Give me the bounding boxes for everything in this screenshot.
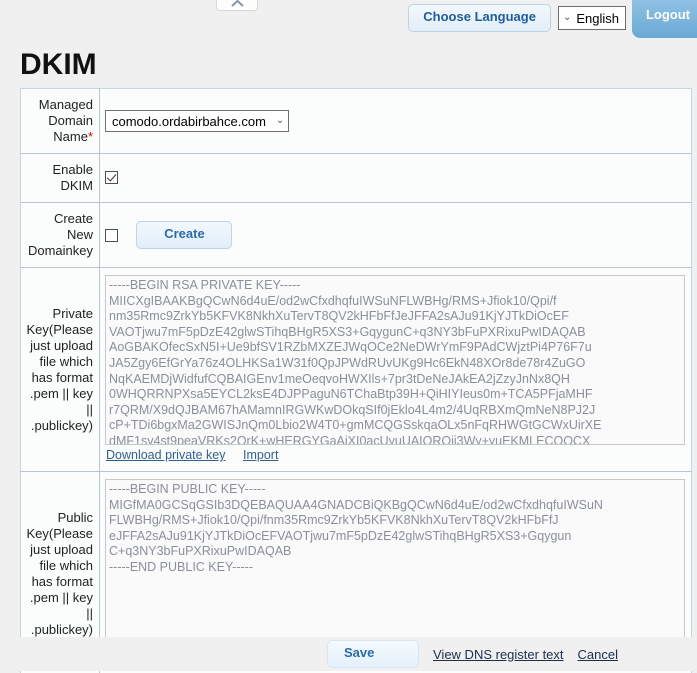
create-domainkey-value-cell: Create	[99, 202, 692, 268]
save-button[interactable]: Save	[327, 640, 419, 668]
private-key-label: Private Key(Please just upload file whic…	[20, 267, 100, 472]
chevron-down-icon: ⌄	[562, 12, 572, 23]
dkim-page: Choose Language ⌄ English Logout DKIM Ma…	[0, 0, 697, 673]
row-private-key: Private Key(Please just upload file whic…	[20, 267, 692, 472]
create-domainkey-checkbox[interactable]	[105, 228, 118, 242]
row-create-domainkey: Create New Domainkey Create	[20, 202, 692, 268]
logout-button[interactable]: Logout	[632, 0, 697, 38]
view-dns-register-text-link[interactable]: View DNS register text	[433, 647, 564, 662]
download-private-key-link[interactable]: Download private key	[106, 448, 226, 462]
chevron-down-icon: ⌄	[275, 115, 285, 126]
top-bar: Choose Language ⌄ English Logout	[0, 0, 697, 38]
managed-domain-label: Managed Domain Name	[38, 97, 93, 144]
managed-domain-select-value: comodo.ordabirbahce.com	[112, 113, 266, 129]
chevron-up-icon	[230, 0, 245, 8]
import-private-key-link[interactable]: Import	[243, 448, 278, 462]
form-footer: Save View DNS register text Cancel	[20, 637, 692, 671]
managed-domain-select[interactable]: comodo.ordabirbahce.com ⌄	[105, 110, 290, 132]
row-managed-domain: Managed Domain Name* comodo.ordabirbahce…	[20, 88, 692, 154]
choose-language-button[interactable]: Choose Language	[408, 4, 551, 32]
required-marker: *	[87, 129, 93, 144]
enable-dkim-value-cell	[99, 153, 692, 203]
language-select-value: English	[576, 10, 619, 26]
enable-dkim-label: Enable DKIM	[20, 153, 100, 203]
language-select[interactable]: ⌄ English	[557, 6, 626, 30]
create-domainkey-label: Create New Domainkey	[20, 202, 100, 268]
dkim-form-table: Managed Domain Name* comodo.ordabirbahce…	[20, 88, 692, 673]
page-title: DKIM	[20, 48, 97, 81]
cancel-link[interactable]: Cancel	[578, 647, 618, 662]
private-key-textarea[interactable]: -----BEGIN RSA PRIVATE KEY----- MIICXgIB…	[105, 275, 685, 445]
row-enable-dkim: Enable DKIM	[20, 153, 692, 203]
language-controls: Choose Language ⌄ English	[408, 4, 662, 32]
create-button[interactable]: Create	[136, 221, 233, 249]
private-key-value-cell: -----BEGIN RSA PRIVATE KEY----- MIICXgIB…	[99, 267, 692, 472]
private-key-links: Download private key Import	[105, 445, 685, 464]
enable-dkim-checkbox[interactable]	[105, 171, 118, 185]
public-key-textarea[interactable]: -----BEGIN PUBLIC KEY----- MIGfMA0GCSqGS…	[105, 479, 685, 649]
collapse-panel-button[interactable]	[216, 0, 258, 11]
managed-domain-label-cell: Managed Domain Name*	[20, 88, 100, 154]
managed-domain-value-cell: comodo.ordabirbahce.com ⌄	[99, 88, 692, 154]
